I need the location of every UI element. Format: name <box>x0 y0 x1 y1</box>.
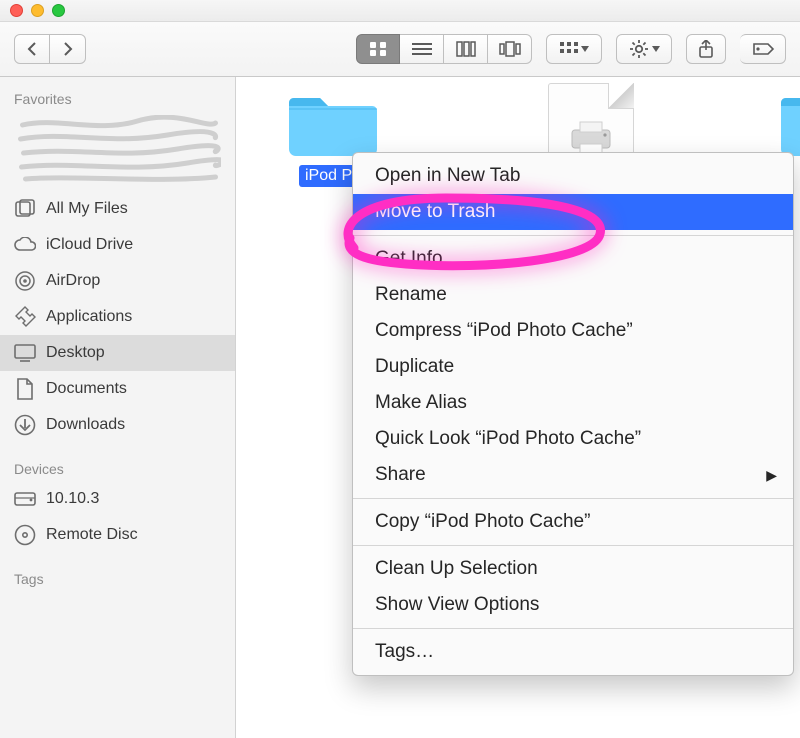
ctx-quick-look[interactable]: Quick Look “iPod Photo Cache” <box>353 421 793 457</box>
edit-tags-button[interactable] <box>740 34 786 64</box>
ctx-duplicate[interactable]: Duplicate <box>353 349 793 385</box>
sidebar-item-desktop[interactable]: Desktop <box>0 335 235 371</box>
sidebar-section-favorites: Favorites <box>0 87 235 111</box>
ctx-open-new-tab[interactable]: Open in New Tab <box>353 158 793 194</box>
ctx-separator <box>353 545 793 546</box>
forward-button[interactable] <box>50 34 86 64</box>
icon-view-button[interactable] <box>356 34 400 64</box>
view-mode-group <box>356 34 532 64</box>
sidebar-item-remote-disc[interactable]: Remote Disc <box>0 517 235 553</box>
sidebar-item-applications[interactable]: Applications <box>0 299 235 335</box>
tag-icon <box>751 41 775 57</box>
ctx-get-info[interactable]: Get Info <box>353 241 793 277</box>
action-button[interactable] <box>616 34 672 64</box>
sidebar-item-airdrop[interactable]: AirDrop <box>0 263 235 299</box>
folder-icon <box>777 87 800 159</box>
sidebar-item-label: Documents <box>46 380 127 398</box>
printer-icon <box>568 120 614 156</box>
sidebar-item-icloud-drive[interactable]: iCloud Drive <box>0 227 235 263</box>
ctx-separator <box>353 235 793 236</box>
back-button[interactable] <box>14 34 50 64</box>
cloud-icon <box>14 234 36 256</box>
airdrop-icon <box>14 270 36 292</box>
ctx-move-to-trash[interactable]: Move to Trash <box>353 194 793 230</box>
applications-icon <box>14 306 36 328</box>
window-titlebar <box>0 0 800 22</box>
list-view-button[interactable] <box>400 34 444 64</box>
sidebar-section-tags: Tags <box>0 567 235 591</box>
share-button[interactable] <box>686 34 726 64</box>
nav-history-group <box>14 34 86 64</box>
coverflow-view-button[interactable] <box>488 34 532 64</box>
finder-sidebar: Favorites All My Files iCloud Drive A <box>0 77 236 738</box>
disk-icon <box>14 488 36 510</box>
ctx-compress[interactable]: Compress “iPod Photo Cache” <box>353 313 793 349</box>
sidebar-item-label: Applications <box>46 308 132 326</box>
desktop-icon <box>14 342 36 364</box>
ctx-clean-up-selection[interactable]: Clean Up Selection <box>353 551 793 587</box>
all-files-icon <box>14 198 36 220</box>
sidebar-item-label: 10.10.3 <box>46 490 99 508</box>
sidebar-item-documents[interactable]: Documents <box>0 371 235 407</box>
context-menu: Open in New Tab Move to Trash Get Info R… <box>352 152 794 676</box>
folder-icon <box>285 87 381 159</box>
sidebar-item-label: Desktop <box>46 344 105 362</box>
sidebar-item-disk[interactable]: 10.10.3 <box>0 481 235 517</box>
ctx-separator <box>353 628 793 629</box>
ctx-tags[interactable]: Tags… <box>353 634 793 670</box>
ctx-copy[interactable]: Copy “iPod Photo Cache” <box>353 504 793 540</box>
finder-toolbar <box>0 22 800 77</box>
remote-disc-icon <box>14 524 36 546</box>
column-view-button[interactable] <box>444 34 488 64</box>
gear-icon <box>629 40 649 58</box>
documents-icon <box>14 378 36 400</box>
minimize-window-button[interactable] <box>31 4 44 17</box>
sidebar-item-label: Downloads <box>46 416 125 434</box>
ctx-separator <box>353 498 793 499</box>
ctx-make-alias[interactable]: Make Alias <box>353 385 793 421</box>
close-window-button[interactable] <box>10 4 23 17</box>
zoom-window-button[interactable] <box>52 4 65 17</box>
sidebar-item-label: AirDrop <box>46 272 100 290</box>
sidebar-item-label: iCloud Drive <box>46 236 133 254</box>
arrange-button[interactable] <box>546 34 602 64</box>
sidebar-item-all-my-files[interactable]: All My Files <box>0 191 235 227</box>
sidebar-item-label: Remote Disc <box>46 526 138 544</box>
sidebar-section-devices: Devices <box>0 457 235 481</box>
ctx-show-view-options[interactable]: Show View Options <box>353 587 793 623</box>
sidebar-item-label: All My Files <box>46 200 128 218</box>
ctx-share[interactable]: Share▶ <box>353 457 793 493</box>
ctx-rename[interactable]: Rename <box>353 277 793 313</box>
submenu-arrow-icon: ▶ <box>766 467 777 484</box>
downloads-icon <box>14 414 36 436</box>
redacted-scribble <box>14 115 221 185</box>
sidebar-item-downloads[interactable]: Downloads <box>0 407 235 443</box>
share-icon <box>698 40 714 58</box>
